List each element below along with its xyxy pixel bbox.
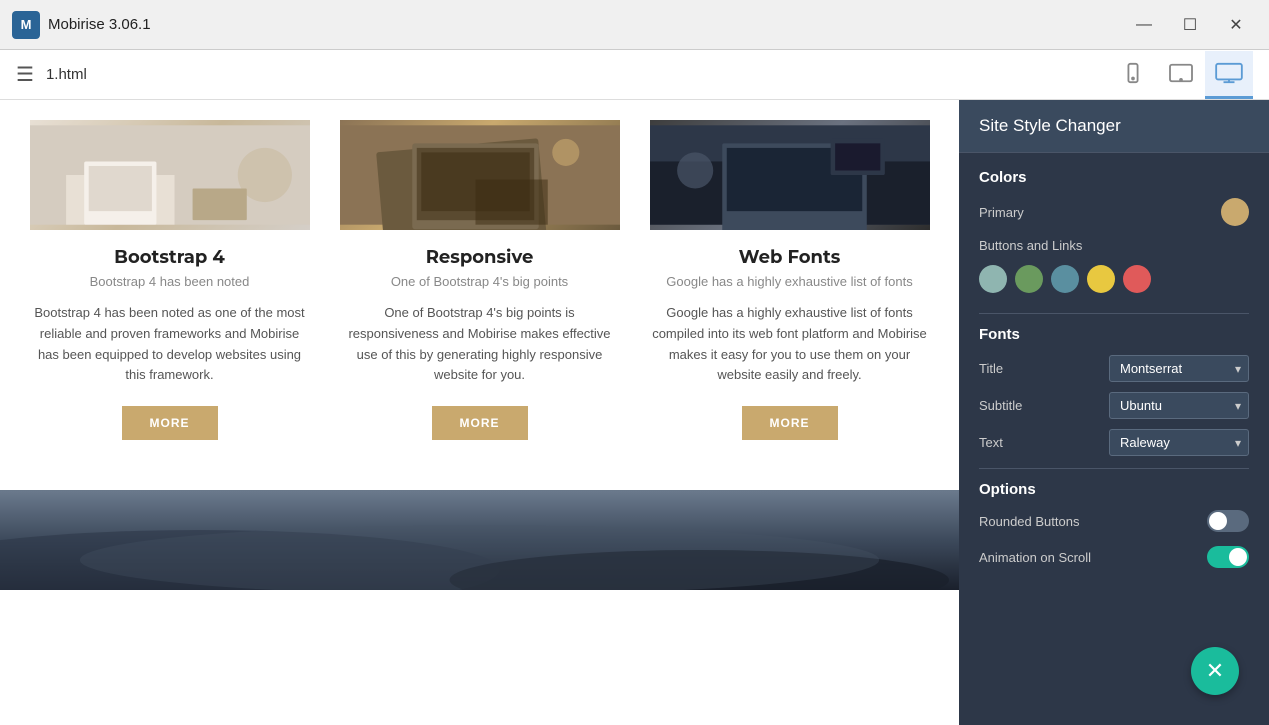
title-font-select[interactable]: Montserrat	[1109, 355, 1249, 382]
text-font-row: Text Raleway	[979, 429, 1249, 456]
color-swatches	[979, 265, 1249, 293]
animation-scroll-toggle-wrap	[1207, 546, 1249, 568]
card-3-body: Google has a highly exhaustive list of f…	[650, 303, 930, 386]
card-1-subtitle: Bootstrap 4 has been noted	[30, 274, 310, 289]
rounded-buttons-toggle[interactable]	[1207, 510, 1249, 532]
rounded-buttons-label: Rounded Buttons	[979, 514, 1079, 529]
mobile-view-button[interactable]	[1109, 51, 1157, 99]
animation-scroll-row: Animation on Scroll	[979, 546, 1249, 568]
card-3-more-button[interactable]: MORE	[742, 406, 838, 440]
subtitle-font-label: Subtitle	[979, 398, 1022, 413]
subtitle-font-row: Subtitle Ubuntu	[979, 392, 1249, 419]
app-title: Mobirise 3.06.1	[48, 16, 151, 33]
cards-section: Bootstrap 4 Bootstrap 4 has been noted B…	[0, 100, 959, 490]
main-layout: Bootstrap 4 Bootstrap 4 has been noted B…	[0, 100, 1269, 725]
options-section-label: Options	[979, 481, 1249, 498]
card-2-title: Responsive	[340, 246, 620, 268]
subtitle-font-select-wrapper: Ubuntu	[1109, 392, 1249, 419]
text-font-select[interactable]: Raleway	[1109, 429, 1249, 456]
card-2-body: One of Bootstrap 4's big points is respo…	[340, 303, 620, 386]
fab-button[interactable]: ✕	[1191, 647, 1239, 695]
desktop-view-button[interactable]	[1205, 51, 1253, 99]
title-bar-left: M Mobirise 3.06.1	[12, 11, 151, 39]
minimize-button[interactable]: —	[1123, 9, 1165, 41]
animation-scroll-toggle-knob	[1229, 548, 1247, 566]
card-3-image	[650, 120, 930, 230]
panel-body: Colors Primary Buttons and Links Fonts T…	[959, 153, 1269, 598]
rounded-buttons-toggle-wrap	[1207, 510, 1249, 532]
animation-scroll-label: Animation on Scroll	[979, 550, 1091, 565]
divider-2	[979, 468, 1249, 469]
card-2-image	[340, 120, 620, 230]
card-1: Bootstrap 4 Bootstrap 4 has been noted B…	[15, 120, 325, 460]
colors-section-label: Colors	[979, 169, 1249, 186]
text-font-select-wrapper: Raleway	[1109, 429, 1249, 456]
panel-header: Site Style Changer	[959, 100, 1269, 153]
swatch-green[interactable]	[1015, 265, 1043, 293]
divider-1	[979, 313, 1249, 314]
animation-scroll-toggle[interactable]	[1207, 546, 1249, 568]
card-3: Web Fonts Google has a highly exhaustive…	[635, 120, 945, 460]
card-1-title: Bootstrap 4	[30, 246, 310, 268]
primary-color-label: Primary	[979, 205, 1024, 220]
buttons-links-row: Buttons and Links	[979, 238, 1249, 253]
swatch-steel-blue[interactable]	[1051, 265, 1079, 293]
swatch-coral[interactable]	[1123, 265, 1151, 293]
buttons-links-label: Buttons and Links	[979, 238, 1082, 253]
card-1-image	[30, 120, 310, 230]
card-1-body: Bootstrap 4 has been noted as one of the…	[30, 303, 310, 386]
primary-color-row: Primary	[979, 198, 1249, 226]
title-font-label: Title	[979, 361, 1003, 376]
content-area: Bootstrap 4 Bootstrap 4 has been noted B…	[0, 100, 959, 725]
card-3-title: Web Fonts	[650, 246, 930, 268]
rounded-buttons-toggle-knob	[1209, 512, 1227, 530]
tablet-view-button[interactable]	[1157, 51, 1205, 99]
swatch-yellow[interactable]	[1087, 265, 1115, 293]
primary-color-swatch[interactable]	[1221, 198, 1249, 226]
card-2: Responsive One of Bootstrap 4's big poin…	[325, 120, 635, 460]
maximize-button[interactable]: ☐	[1169, 9, 1211, 41]
card-2-more-button[interactable]: MORE	[432, 406, 528, 440]
device-icons	[1109, 51, 1253, 99]
rounded-buttons-row: Rounded Buttons	[979, 510, 1249, 532]
card-2-subtitle: One of Bootstrap 4's big points	[340, 274, 620, 289]
file-name: 1.html	[46, 66, 87, 83]
hamburger-icon[interactable]: ☰	[16, 62, 34, 87]
title-font-row: Title Montserrat	[979, 355, 1249, 382]
subtitle-font-select[interactable]: Ubuntu	[1109, 392, 1249, 419]
toolbar: ☰ 1.html	[0, 50, 1269, 100]
title-bar-controls: — ☐ ✕	[1123, 9, 1257, 41]
app-icon: M	[12, 11, 40, 39]
right-panel: Site Style Changer Colors Primary Button…	[959, 100, 1269, 725]
swatch-teal[interactable]	[979, 265, 1007, 293]
fonts-section-label: Fonts	[979, 326, 1249, 343]
title-font-select-wrapper: Montserrat	[1109, 355, 1249, 382]
text-font-label: Text	[979, 435, 1003, 450]
card-1-more-button[interactable]: MORE	[122, 406, 218, 440]
title-bar: M Mobirise 3.06.1 — ☐ ✕	[0, 0, 1269, 50]
close-button[interactable]: ✕	[1215, 9, 1257, 41]
cards-row: Bootstrap 4 Bootstrap 4 has been noted B…	[0, 120, 959, 460]
bottom-strip	[0, 490, 959, 590]
card-3-subtitle: Google has a highly exhaustive list of f…	[650, 274, 930, 289]
